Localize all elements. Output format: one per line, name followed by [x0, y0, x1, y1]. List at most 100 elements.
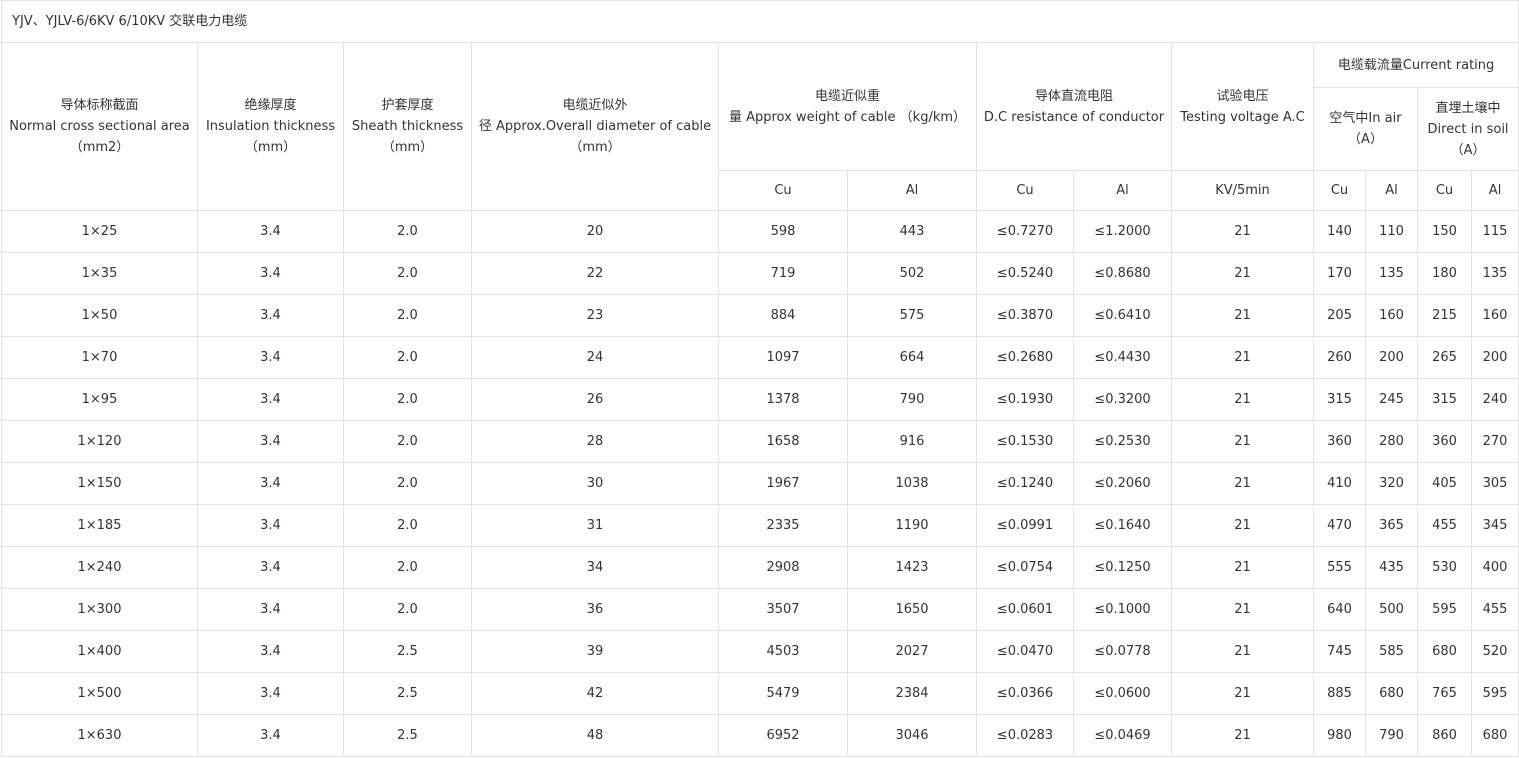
cell-cross-section: 1×500: [1, 672, 198, 715]
header-voltage-cn: 试验电压: [1216, 88, 1269, 104]
cell-insulation: 3.4: [197, 588, 344, 631]
cell-soil-cu: 455: [1417, 504, 1472, 547]
cell-diameter: 48: [471, 714, 719, 757]
cell-cross-section: 1×630: [1, 714, 198, 757]
table-row: 1×630 3.4 2.5 48 6952 3046 ≤0.0283 ≤0.0469 21 980…: [1, 714, 1519, 757]
header-diameter-cn: 电缆近似外: [562, 98, 628, 113]
cell-diameter: 42: [471, 672, 719, 715]
cell-soil-al: 305: [1470, 462, 1519, 505]
cell-diameter: 28: [471, 420, 719, 463]
cell-resistance-cu: ≤0.1530: [976, 420, 1074, 463]
cell-cross-section: 1×185: [1, 504, 198, 547]
cell-resistance-cu: ≤0.1240: [976, 462, 1074, 505]
cell-soil-al: 270: [1470, 420, 1519, 463]
cell-weight-cu: 1378: [718, 378, 848, 421]
cell-air-cu: 260: [1313, 336, 1366, 379]
header-voltage-en: Testing voltage A.C: [1180, 109, 1305, 125]
cell-cross-section: 1×95: [1, 378, 198, 421]
cell-soil-cu: 765: [1417, 672, 1472, 715]
cell-air-cu: 555: [1313, 546, 1366, 589]
cell-soil-al: 135: [1470, 252, 1519, 295]
cell-resistance-al: ≤0.1640: [1073, 504, 1172, 547]
cell-cross-section: 1×70: [1, 336, 198, 379]
table-row: 1×25 3.4 2.0 20 598 443 ≤0.7270 ≤1.2000 21 140 110…: [1, 210, 1519, 253]
cell-resistance-al: ≤0.2060: [1073, 462, 1172, 505]
cell-sheath: 2.0: [343, 210, 472, 253]
header-weight-en: 量 Approx weight of cable （kg/km）: [728, 109, 967, 125]
cell-soil-cu: 530: [1417, 546, 1472, 589]
cell-test-voltage: 21: [1171, 378, 1314, 421]
cell-resistance-cu: ≤0.0283: [976, 714, 1074, 757]
cell-diameter: 20: [471, 210, 719, 253]
cell-insulation: 3.4: [197, 336, 344, 379]
cell-air-al: 500: [1365, 588, 1418, 631]
cell-cross-section: 1×25: [1, 210, 198, 253]
cell-diameter: 36: [471, 588, 719, 631]
cell-test-voltage: 21: [1171, 504, 1314, 547]
cell-resistance-cu: ≤0.5240: [976, 252, 1074, 295]
cell-air-al: 680: [1365, 672, 1418, 715]
cell-soil-cu: 860: [1417, 714, 1472, 757]
subheader-soil-al: Al: [1470, 170, 1519, 211]
cell-resistance-cu: ≤0.3870: [976, 294, 1074, 337]
cell-test-voltage: 21: [1171, 210, 1314, 253]
subheader-weight-al: Al: [847, 170, 977, 211]
cell-weight-cu: 5479: [718, 672, 848, 715]
cell-cross-section: 1×150: [1, 462, 198, 505]
cell-weight-cu: 2908: [718, 546, 848, 589]
cell-resistance-al: ≤1.2000: [1073, 210, 1172, 253]
cell-air-al: 435: [1365, 546, 1418, 589]
cell-resistance-cu: ≤0.0991: [976, 504, 1074, 547]
cell-test-voltage: 21: [1171, 294, 1314, 337]
cell-weight-cu: 598: [718, 210, 848, 253]
cell-air-al: 200: [1365, 336, 1418, 379]
cell-resistance-cu: ≤0.1930: [976, 378, 1074, 421]
header-sheath-en: Sheath thickness: [351, 119, 464, 134]
cell-air-al: 365: [1365, 504, 1418, 547]
cell-diameter: 31: [471, 504, 719, 547]
cell-air-cu: 980: [1313, 714, 1366, 757]
cell-test-voltage: 21: [1171, 336, 1314, 379]
cell-weight-al: 916: [847, 420, 977, 463]
cell-resistance-al: ≤0.4430: [1073, 336, 1172, 379]
table-row: 1×35 3.4 2.0 22 719 502 ≤0.5240 ≤0.8680 21 170 135…: [1, 252, 1519, 295]
cell-insulation: 3.4: [197, 630, 344, 673]
header-insulation: 绝缘厚度 Insulation thickness （mm）: [197, 42, 344, 211]
cell-diameter: 26: [471, 378, 719, 421]
cell-test-voltage: 21: [1171, 462, 1314, 505]
cell-air-cu: 640: [1313, 588, 1366, 631]
cell-test-voltage: 21: [1171, 420, 1314, 463]
cell-air-al: 585: [1365, 630, 1418, 673]
spec-table-container: YJV、YJLV-6/6KV 6/10KV 交联电力电缆 导体标称截面 Norm…: [0, 0, 1519, 757]
cell-cross-section: 1×50: [1, 294, 198, 337]
cell-weight-al: 1423: [847, 546, 977, 589]
cell-resistance-cu: ≤0.2680: [976, 336, 1074, 379]
cell-soil-cu: 150: [1417, 210, 1472, 253]
cell-sheath: 2.5: [343, 630, 472, 673]
cell-cross-section: 1×240: [1, 546, 198, 589]
header-resistance: 导体直流电阻 D.C resistance of conductor: [976, 42, 1172, 171]
header-in-soil-unit: （A）: [1450, 142, 1486, 158]
cell-diameter: 34: [471, 546, 719, 589]
table-row: 1×185 3.4 2.0 31 2335 1190 ≤0.0991 ≤0.1640 21 470…: [1, 504, 1519, 547]
cable-spec-table: YJV、YJLV-6/6KV 6/10KV 交联电力电缆 导体标称截面 Norm…: [0, 0, 1519, 757]
table-row: 1×150 3.4 2.0 30 1967 1038 ≤0.1240 ≤0.2060 21 410…: [1, 462, 1519, 505]
cell-soil-cu: 215: [1417, 294, 1472, 337]
cell-soil-cu: 265: [1417, 336, 1472, 379]
cell-resistance-al: ≤0.0778: [1073, 630, 1172, 673]
cell-resistance-al: ≤0.1000: [1073, 588, 1172, 631]
cell-air-cu: 205: [1313, 294, 1366, 337]
table-row: 1×120 3.4 2.0 28 1658 916 ≤0.1530 ≤0.2530 21 360 2…: [1, 420, 1519, 463]
cell-sheath: 2.5: [343, 714, 472, 757]
cell-weight-cu: 2335: [718, 504, 848, 547]
cell-resistance-al: ≤0.8680: [1073, 252, 1172, 295]
subheader-air-cu: Cu: [1313, 170, 1366, 211]
header-in-air: 空气中In air （A）: [1313, 87, 1418, 171]
cell-weight-cu: 884: [718, 294, 848, 337]
cell-test-voltage: 21: [1171, 672, 1314, 715]
cell-cross-section: 1×400: [1, 630, 198, 673]
cell-weight-al: 3046: [847, 714, 977, 757]
header-voltage: 试验电压 Testing voltage A.C: [1171, 42, 1314, 171]
cell-resistance-al: ≤0.1250: [1073, 546, 1172, 589]
cell-diameter: 30: [471, 462, 719, 505]
